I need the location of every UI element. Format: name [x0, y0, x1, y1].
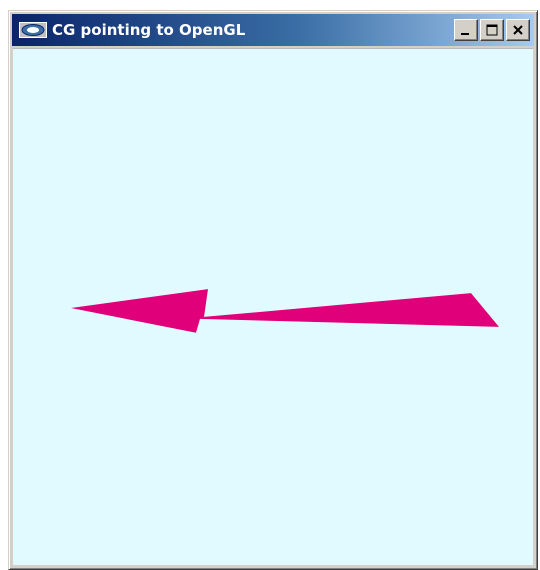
minimize-icon	[461, 33, 469, 35]
maximize-icon	[486, 24, 498, 36]
close-button[interactable]	[506, 19, 530, 41]
opengl-canvas	[71, 289, 499, 333]
close-icon	[513, 25, 523, 35]
left-arrow-shape	[71, 289, 499, 333]
window-title: CG pointing to OpenGL	[52, 21, 246, 39]
maximize-button[interactable]	[480, 19, 504, 41]
minimize-button[interactable]	[454, 19, 478, 41]
caption-buttons	[454, 19, 530, 41]
title-bar[interactable]: CG pointing to OpenGL	[12, 14, 534, 46]
app-window: CG pointing to OpenGL	[8, 10, 538, 570]
opengl-canvas-area[interactable]	[13, 48, 533, 565]
application-icon[interactable]	[18, 21, 48, 39]
